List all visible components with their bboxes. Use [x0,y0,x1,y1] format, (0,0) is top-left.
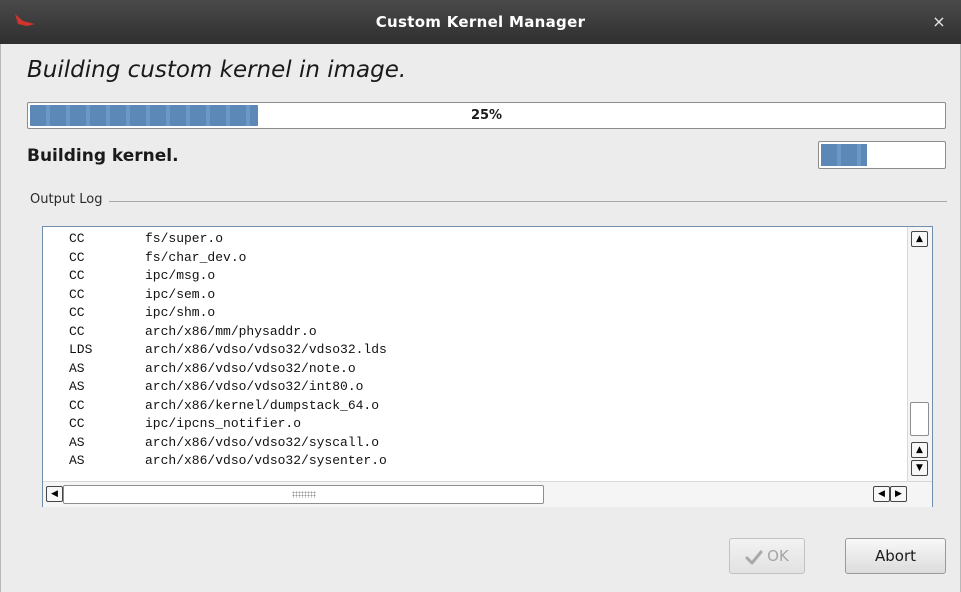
log-row-type: CC [69,305,85,320]
scroll-top-icon[interactable]: ▲ [911,231,928,247]
log-row-type: CC [69,397,85,413]
log-row-type: CC [69,416,85,431]
step-activity-fill [821,144,867,166]
log-row: CC ipc/sem.o [43,286,905,305]
checkmark-icon [745,550,763,564]
log-row: AS arch/x86/vdso/vdso32/sysenter.o [43,452,905,471]
log-row-path: arch/x86/vdso/vdso32/note.o [145,360,356,376]
log-row-path: arch/x86/vdso/vdso32/int80.o [145,379,364,394]
log-row-path: arch/x86/vdso/vdso32/sysenter.o [145,453,387,468]
log-row-type: LDS [69,342,93,357]
log-row-path: arch/x86/kernel/dumpstack_64.o [145,397,380,413]
scroll-leftmost-icon[interactable]: ◀ [46,486,63,502]
log-row: AS arch/x86/vdso/vdso32/syscall.o [43,434,905,453]
log-row-path: fs/super.o [145,231,224,246]
log-row-type: AS [69,379,85,394]
scroll-down-icon[interactable]: ▼ [911,460,928,476]
log-row-path: ipc/sem.o [145,286,216,302]
log-row: LDS arch/x86/vdso/vdso32/vdso32.lds [43,341,905,360]
ok-label: OK [767,547,789,565]
log-row-type: CC [69,231,85,246]
output-log-legend: Output Log [30,192,109,207]
output-log-panel[interactable]: CC fs/super.o CC fs/char_dev.o CC ipc/msg.o CC… [42,226,933,507]
ok-button[interactable]: OK [729,538,805,574]
log-row-path: ipc/msg.o [145,268,216,283]
window-title: Custom Kernel Manager [375,13,586,31]
log-row-path: ipc/ipcns_notifier.o [145,416,302,431]
vertical-scrollbar[interactable]: ▲ ▲ ▼ [907,227,932,481]
log-row-type: AS [69,453,85,468]
log-row: CC ipc/msg.o [43,267,905,286]
current-step-label: Building kernel. [27,146,179,166]
close-icon[interactable]: × [929,10,949,34]
log-row-path: arch/x86/vdso/vdso32/syscall.o [145,434,380,450]
log-row-type: CC [69,286,85,302]
scroll-left-icon[interactable]: ◀ [873,486,890,502]
log-row-path: fs/char_dev.o [145,249,247,265]
log-row: AS arch/x86/vdso/vdso32/note.o [43,360,905,379]
log-row-type: AS [69,434,85,450]
log-row: CC ipc/ipcns_notifier.o [43,415,905,434]
abort-button[interactable]: Abort [845,538,946,574]
log-row: CC fs/super.o [43,230,905,249]
scroll-up-icon[interactable]: ▲ [911,442,928,458]
log-row-type: CC [69,268,85,283]
step-activity-indicator [818,141,946,169]
overall-progress-percent: 25% [470,108,503,123]
log-row: AS arch/x86/vdso/vdso32/int80.o [43,378,905,397]
grip-icon [292,491,316,498]
log-row: CC ipc/shm.o [43,304,905,323]
vertical-scroll-thumb[interactable] [910,402,929,436]
log-row-type: AS [69,360,85,376]
output-log-list[interactable]: CC fs/super.o CC fs/char_dev.o CC ipc/msg.o CC… [43,230,905,480]
log-row: CC arch/x86/kernel/dumpstack_64.o [43,397,905,416]
log-row-path: arch/x86/vdso/vdso32/vdso32.lds [145,342,387,357]
log-row-path: ipc/shm.o [145,305,216,320]
scroll-right-icon[interactable]: ▶ [890,486,907,502]
title-bar: Custom Kernel Manager × [0,0,961,44]
overall-progress-bar: 25% [27,102,946,129]
log-row: CC arch/x86/mm/physaddr.o [43,323,905,342]
log-row: CC fs/char_dev.o [43,249,905,268]
horizontal-scrollbar[interactable]: ◀ ◀ ▶ [43,481,932,507]
page-title: Building custom kernel in image. [27,57,407,83]
horizontal-scroll-thumb[interactable] [63,485,544,504]
group-divider [30,201,947,202]
log-row-type: CC [69,323,85,339]
log-row-path: arch/x86/mm/physaddr.o [145,323,317,339]
log-row-type: CC [69,249,85,265]
